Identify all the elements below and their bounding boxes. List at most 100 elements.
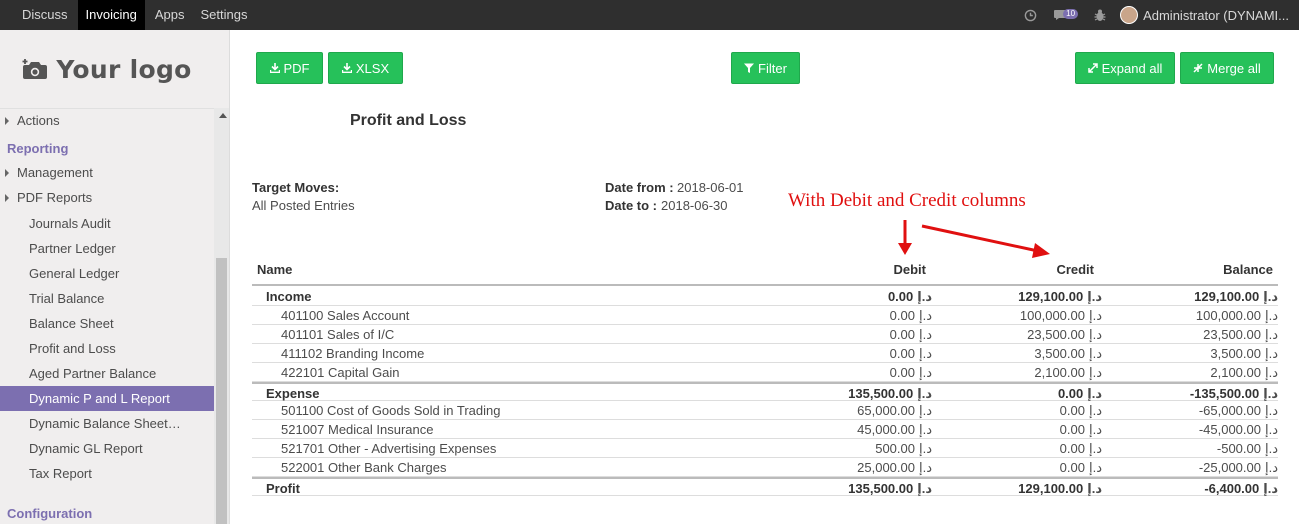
clock-icon[interactable] [1024,9,1037,22]
expand-all-button[interactable]: Expand all [1075,52,1175,84]
filter-button-label: Filter [758,60,787,76]
menu-apps[interactable]: Apps [147,0,193,30]
messages-icon[interactable]: 10 [1053,9,1079,21]
row-credit-value: 129,100.00 [1018,481,1084,496]
sidebar-section-configuration[interactable]: Configuration [0,501,214,524]
sidebar-item-balance-sheet[interactable]: Balance Sheet [0,311,214,336]
row-debit-value: 0.00 [889,308,915,323]
merge-all-button[interactable]: Merge all [1180,52,1274,84]
table-row[interactable]: 422101 Capital Gain 0.00 د.إ 2,100.00 د.إ 2,1… [252,363,1278,382]
row-balance-value: 100,000.00 [1195,308,1261,323]
row-debit: 0.00 د.إ [890,308,932,324]
menu-discuss[interactable]: Discuss [14,0,76,30]
sidebar-section-reporting[interactable]: Reporting [0,136,214,161]
download-icon [269,63,280,73]
row-debit-value: 135,500.00 [848,481,914,496]
row-balance: 3,500.00 د.إ [1210,346,1278,362]
sidebar-item-tax-report[interactable]: Tax Report [0,461,214,486]
sidebar: Your logo Actions Reporting Management P… [0,30,230,524]
table-row[interactable]: 401101 Sales of I/C 0.00 د.إ 23,500.00 د.إ 23… [252,325,1278,344]
currency-symbol: د.إ [1263,289,1278,304]
row-credit: 0.00 د.إ [1058,386,1102,402]
date-from-value: 2018-06-01 [677,180,744,195]
filter-button[interactable]: Filter [731,52,800,84]
sidebar-item-management[interactable]: Management [0,160,214,185]
table-row[interactable]: 521007 Medical Insurance 45,000.00 د.إ 0.00… [252,420,1278,439]
table-row[interactable]: 401100 Sales Account 0.00 د.إ 100,000.00 د.إ… [252,306,1278,325]
row-debit: 135,500.00 د.إ [848,386,932,402]
row-name: Income [266,289,312,304]
sidebar-item-actions[interactable]: Actions [0,108,214,133]
currency-symbol: د.إ [1263,481,1278,496]
sidebar-item-pdf-reports[interactable]: PDF Reports [0,185,214,210]
row-name: 501100 Cost of Goods Sold in Trading [281,403,501,418]
bug-icon[interactable] [1094,9,1106,22]
menu-settings[interactable]: Settings [192,0,255,30]
sidebar-item-dynamic-balance-sheet[interactable]: Dynamic Balance Sheet… [0,411,214,436]
xlsx-button-label: XLSX [355,60,390,76]
currency-symbol: د.إ [1264,308,1278,323]
date-to-value: 2018-06-30 [661,198,728,213]
row-balance: 100,000.00 د.إ [1196,308,1278,324]
caret-right-icon [5,194,9,202]
row-balance: 2,100.00 د.إ [1210,365,1278,381]
table-group-row[interactable]: Income 0.00 د.إ 129,100.00 د.إ 129,100.00 د.إ [252,287,1278,306]
currency-symbol: د.إ [918,422,932,437]
sidebar-item-profit-and-loss[interactable]: Profit and Loss [0,336,214,361]
row-balance: -65,000.00 د.إ [1199,403,1278,419]
table-row[interactable]: 501100 Cost of Goods Sold in Trading 65,0… [252,401,1278,420]
row-credit: 23,500.00 د.إ [1027,327,1102,343]
currency-symbol: د.إ [918,403,932,418]
currency-symbol: د.إ [918,346,932,361]
pdf-button[interactable]: PDF [256,52,323,84]
table-group-row[interactable]: Expense 135,500.00 د.إ 0.00 د.إ -135,500.00 د.… [252,382,1278,401]
scrollbar-thumb[interactable] [216,258,227,524]
currency-symbol: د.إ [1264,441,1278,456]
row-credit: 129,100.00 د.إ [1018,289,1102,305]
row-name: 411102 Branding Income [281,346,425,361]
sidebar-item-dynamic-pl-report[interactable]: Dynamic P and L Report [0,386,214,411]
company-logo: Your logo [0,30,214,108]
download-icon [341,63,352,73]
row-credit: 0.00 د.إ [1060,460,1102,476]
currency-symbol: د.إ [1087,386,1102,401]
row-name: 521007 Medical Insurance [281,422,434,437]
caret-right-icon [5,117,9,125]
table-group-row[interactable]: Profit 135,500.00 د.إ 129,100.00 د.إ -6,400.0… [252,477,1278,496]
expand-all-label: Expand all [1101,60,1163,76]
sidebar-item-dynamic-gl-report[interactable]: Dynamic GL Report [0,436,214,461]
table-row[interactable]: 411102 Branding Income 0.00 د.إ 3,500.00 د.إ… [252,344,1278,363]
xlsx-button[interactable]: XLSX [328,52,403,84]
row-credit: 0.00 د.إ [1060,441,1102,457]
avatar[interactable] [1120,6,1139,24]
row-balance-value: 129,100.00 [1194,289,1260,304]
row-credit: 0.00 د.إ [1060,422,1102,438]
row-balance-value: 2,100.00 [1210,365,1261,380]
currency-symbol: د.إ [1264,346,1278,361]
table-row[interactable]: 522001 Other Bank Charges 25,000.00 د.إ 0.0… [252,458,1278,477]
row-name: Expense [266,386,320,401]
sidebar-item-aged-partner-balance[interactable]: Aged Partner Balance [0,361,214,386]
row-balance-value: -25,000.00 [1198,460,1261,475]
row-debit-value: 500.00 [875,441,915,456]
scroll-up-arrow-icon[interactable] [219,113,227,118]
sidebar-item-partner-ledger[interactable]: Partner Ledger [0,236,214,261]
currency-symbol: د.إ [1264,365,1278,380]
row-name: 401101 Sales of I/C [281,327,395,342]
merge-all-label: Merge all [1207,60,1261,76]
col-name-header: Name [257,262,293,277]
menu-invoicing[interactable]: Invoicing [77,0,145,30]
message-count-badge: 10 [1063,9,1079,19]
row-balance-value: -135,500.00 [1189,386,1260,401]
row-balance: 129,100.00 د.إ [1194,289,1278,305]
user-menu[interactable]: Administrator (DYNAMI... [1143,8,1289,23]
currency-symbol: د.إ [1088,365,1102,380]
col-balance-header: Balance [1223,262,1273,277]
row-balance-value: 23,500.00 [1203,327,1261,342]
sidebar-item-trial-balance[interactable]: Trial Balance [0,286,214,311]
sidebar-item-general-ledger[interactable]: General Ledger [0,261,214,286]
currency-symbol: د.إ [1087,481,1102,496]
table-row[interactable]: 521701 Other - Advertising Expenses 500.0… [252,439,1278,458]
sidebar-item-journals-audit[interactable]: Journals Audit [0,211,214,236]
currency-symbol: د.إ [1088,327,1102,342]
